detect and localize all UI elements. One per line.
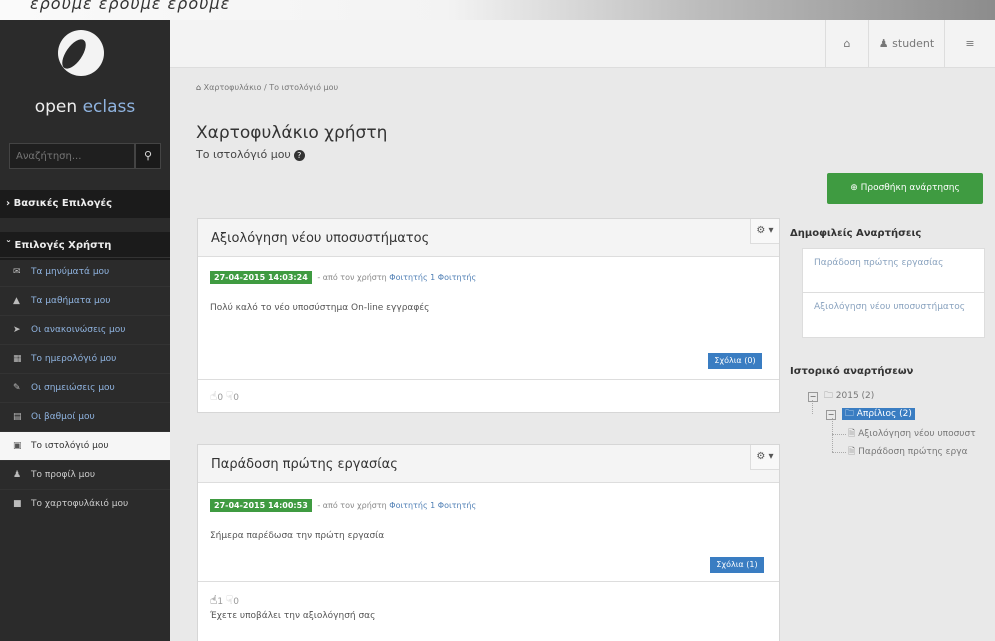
comments-button[interactable]: Σχόλια (1) (710, 557, 764, 573)
help-icon[interactable]: ? (293, 150, 305, 161)
sidebar-item-blog[interactable]: ▣ Το ιστολόγιό μου (0, 431, 170, 460)
top-bar: ⌂ ♟ student ≡ (170, 20, 995, 68)
post-title[interactable]: Αξιολόγηση νέου υποσυστήματος (211, 231, 429, 246)
rating-note: Έχετε υποβάλει την αξιολόγησή σας (210, 611, 376, 621)
selected-month[interactable]: 🗀 Απρίλιος (2) (841, 408, 915, 420)
user-icon: ♟ (878, 37, 889, 50)
post-settings-button[interactable]: ⚙ ▾ (750, 219, 779, 244)
blog-icon: ▣ (13, 441, 22, 451)
main-content: ⌂ Χαρτοφυλάκιο / Το ιστολόγιό μου Χαρτοφ… (170, 68, 995, 641)
section-user-options[interactable]: ˇ Επιλογές Χρήστη (0, 232, 170, 260)
rating: ☝1 ☟0 (210, 593, 239, 607)
author-link[interactable]: Φοιτητής 1 Φοιτητής (389, 273, 476, 282)
add-post-button[interactable]: ⊕ Προσθήκη ανάρτησης (827, 173, 983, 204)
popular-posts-list: Παράδοση πρώτης εργασίας Αξιολόγηση νέου… (802, 248, 985, 338)
collapse-icon[interactable]: − (826, 410, 836, 420)
document-icon: 🗎 (848, 447, 856, 457)
search-button[interactable]: ⚲ (135, 143, 161, 169)
search-input[interactable] (9, 143, 135, 169)
bullhorn-icon: ➤ (13, 325, 21, 335)
home-icon: ⌂ (196, 83, 202, 92)
gear-icon: ⚙ (756, 451, 766, 462)
tree-month[interactable]: − 🗀 Απρίλιος (2) (826, 406, 915, 422)
post-meta: 27-04-2015 14:03:24 - από τον χρήστη Φοι… (210, 271, 476, 284)
tree-entry[interactable]: 🗎 Αξιολόγηση νέου υποσυστ (848, 426, 976, 442)
post-header: Παράδοση πρώτης εργασίας ⚙ ▾ (198, 445, 779, 483)
post-title[interactable]: Παράδοση πρώτης εργασίας (211, 457, 398, 472)
home-button[interactable]: ⌂ (825, 20, 868, 68)
breadcrumb-current: Το ιστολόγιό μου (269, 83, 339, 92)
sidebar-item-calendar[interactable]: ▦ Το ημερολόγιό μου (0, 344, 170, 373)
post-meta: 27-04-2015 14:00:53 - από τον χρήστη Φοι… (210, 499, 476, 512)
popular-posts-heading: Δημοφιλείς Αναρτήσεις (790, 228, 922, 239)
post-card: Αξιολόγηση νέου υποσυστήματος ⚙ ▾ 27-04-… (197, 218, 780, 413)
sidebar-search: ⚲ (9, 143, 161, 169)
home-icon: ⌂ (843, 37, 851, 50)
sidebar-item-portfolio[interactable]: ■ Το χαρτοφυλάκιό μου (0, 489, 170, 518)
sidebar: open eclass ⚲ › Βασικές Επιλογές ˇ Επιλο… (0, 20, 170, 641)
search-icon: ⚲ (143, 149, 153, 162)
user-menu: ✉ Τα μηνύματά μου ▲ Τα μαθήματα μου ➤ Οι αν… (0, 257, 170, 518)
page-title: Χαρτοφυλάκιο χρήστη (196, 123, 388, 143)
date-badge: 27-04-2015 14:00:53 (210, 499, 312, 512)
username: student (892, 37, 935, 50)
top-fragment: ερουμε ερουμε ερουμε (0, 0, 995, 20)
post-header: Αξιολόγηση νέου υποσυστήματος ⚙ ▾ (198, 219, 779, 257)
page-subtitle: Το ιστολόγιό μου? (196, 148, 305, 161)
sidebar-item-announcements[interactable]: ➤ Οι ανακοινώσεις μου (0, 315, 170, 344)
breadcrumb: ⌂ Χαρτοφυλάκιο / Το ιστολόγιό μου (196, 83, 339, 92)
chevron-down-icon: ˇ (6, 240, 11, 251)
chevron-right-icon: › (6, 198, 11, 209)
date-badge: 27-04-2015 14:03:24 (210, 271, 312, 284)
user-icon: ♟ (13, 470, 22, 480)
popular-post-link[interactable]: Αξιολόγηση νέου υποσυστήματος (803, 293, 984, 337)
tree-year[interactable]: − 🗀 2015 (2) (808, 388, 874, 404)
post-card: Παράδοση πρώτης εργασίας ⚙ ▾ 27-04-2015 … (197, 444, 780, 641)
sidebar-item-messages[interactable]: ✉ Τα μηνύματά μου (0, 257, 170, 286)
collapse-icon[interactable]: − (808, 392, 818, 402)
grades-icon: ▤ (13, 412, 22, 422)
post-history-heading: Ιστορικό αναρτήσεων (790, 366, 914, 377)
author-link[interactable]: Φοιτητής 1 Φοιτητής (389, 501, 476, 510)
notes-icon: ✎ (13, 383, 21, 393)
post-body: Σήμερα παρέδωσα την πρώτη εργασία (210, 531, 385, 541)
post-settings-button[interactable]: ⚙ ▾ (750, 445, 779, 470)
gear-icon: ⚙ (756, 225, 766, 236)
plus-circle-icon: ⊕ (850, 183, 858, 193)
sidebar-item-notes[interactable]: ✎ Οι σημειώσεις μου (0, 373, 170, 402)
section-basic-options[interactable]: › Βασικές Επιλογές (0, 190, 170, 218)
post-body: Πολύ καλό το νέο υποσύστημα On-line εγγρ… (210, 303, 430, 313)
popular-post-link[interactable]: Παράδοση πρώτης εργασίας (803, 249, 984, 293)
document-icon: 🗎 (848, 429, 856, 439)
logo-text: open eclass (34, 97, 136, 117)
sidebar-item-grades[interactable]: ▤ Οι βαθμοί μου (0, 402, 170, 431)
comments-button[interactable]: Σχόλια (0) (708, 353, 762, 369)
portfolio-icon: ■ (13, 499, 22, 509)
rating: ☝0 ☟0 (210, 389, 239, 403)
sidebar-item-profile[interactable]: ♟ Το προφίλ μου (0, 460, 170, 489)
folder-icon: 🗀 (823, 391, 833, 401)
sidebar-item-courses[interactable]: ▲ Τα μαθήματα μου (0, 286, 170, 315)
user-menu-button[interactable]: ♟ student (868, 20, 944, 68)
hamburger-menu-button[interactable]: ≡ (944, 20, 995, 68)
logo-mark-icon (58, 30, 104, 76)
folder-icon: 🗀 (844, 409, 854, 419)
envelope-icon: ✉ (13, 267, 21, 277)
hamburger-icon: ≡ (965, 37, 975, 50)
logo[interactable]: open eclass (0, 20, 170, 150)
breadcrumb-home[interactable]: Χαρτοφυλάκιο (204, 83, 262, 92)
graduation-cap-icon: ▲ (13, 296, 20, 306)
tree-entry[interactable]: 🗎 Παράδοση πρώτης εργα (848, 444, 968, 460)
calendar-icon: ▦ (13, 354, 22, 364)
